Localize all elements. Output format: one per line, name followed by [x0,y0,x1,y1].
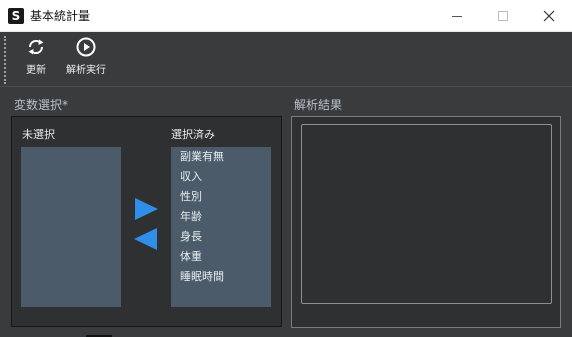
move-right-button[interactable] [132,197,160,221]
close-button[interactable] [526,0,572,32]
refresh-button[interactable]: 更新 [20,36,52,82]
list-item[interactable]: 副業有無 [180,150,224,164]
app-icon: S [8,8,24,24]
variable-selection-title: 変数選択* [14,98,69,112]
play-circle-icon [76,37,96,57]
list-item[interactable]: 睡眠時間 [180,270,224,284]
results-output-area[interactable] [301,124,552,304]
selected-label: 選択済み [171,128,215,141]
maximize-button[interactable] [480,0,526,32]
list-item[interactable]: 年齢 [180,210,202,224]
close-icon [543,10,555,22]
toolbar-separator [0,86,572,87]
refresh-icon [28,39,44,55]
list-item[interactable]: 性別 [180,190,202,204]
list-item[interactable]: 身長 [180,230,202,244]
window-title: 基本統計量 [30,9,91,23]
list-item[interactable]: 収入 [180,170,202,184]
minimize-icon [452,16,462,17]
triangle-left-icon [134,228,157,250]
toolbar: 更新 解析実行 [0,32,572,86]
unselected-label: 未選択 [22,128,55,141]
title-bar: S 基本統計量 [0,0,572,32]
results-title: 解析結果 [294,98,343,112]
run-analysis-label: 解析実行 [66,65,106,76]
refresh-label: 更新 [26,65,46,76]
selected-list[interactable]: 副業有無 収入 性別 年齢 身長 体重 睡眠時間 [171,147,271,307]
minimize-button[interactable] [434,0,480,32]
move-left-button[interactable] [132,227,160,251]
triangle-right-icon [135,198,158,220]
unselected-list[interactable] [21,147,121,307]
list-item[interactable]: 体重 [180,250,202,264]
maximize-icon [498,11,508,21]
toolbar-grip[interactable] [4,36,6,84]
run-analysis-button[interactable]: 解析実行 [60,36,112,82]
